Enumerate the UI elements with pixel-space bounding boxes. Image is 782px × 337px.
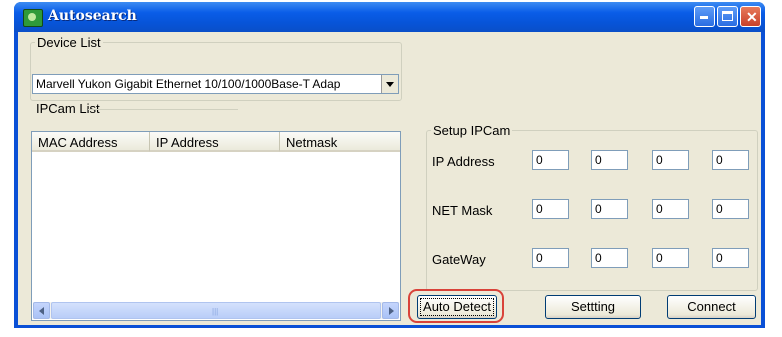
ip-address-label: IP Address — [432, 154, 495, 169]
setting-button[interactable]: Settting — [545, 295, 641, 319]
column-header-ip[interactable]: IP Address — [150, 132, 280, 152]
setup-ipcam-legend: Setup IPCam — [433, 123, 511, 138]
ip-octet-1[interactable]: 0 — [532, 150, 569, 170]
window-client-area: Device List Marvell Yukon Gigabit Ethern… — [18, 32, 761, 325]
scroll-left-button[interactable] — [33, 302, 50, 319]
ipcam-list[interactable]: MAC Address IP Address Netmask ||| — [31, 131, 401, 321]
chevron-down-icon[interactable] — [381, 75, 398, 93]
maximize-button[interactable] — [717, 6, 738, 27]
device-list-legend: Device List — [37, 35, 101, 50]
close-icon: ✕ — [746, 9, 758, 25]
connect-button[interactable]: Connect — [667, 295, 756, 319]
arrow-right-icon — [389, 307, 394, 315]
mask-octet-2[interactable]: 0 — [591, 199, 628, 219]
auto-detect-button[interactable]: Auto Detect — [417, 295, 497, 319]
scrollbar-thumb[interactable]: ||| — [51, 302, 381, 319]
maximize-icon — [722, 11, 733, 21]
grip-icon: ||| — [212, 307, 219, 316]
gateway-octet-3[interactable]: 0 — [652, 248, 689, 268]
title-bar[interactable]: Autosearch ✕ — [14, 2, 765, 32]
gateway-octet-4[interactable]: 0 — [712, 248, 749, 268]
minimize-icon — [700, 16, 708, 19]
minimize-button[interactable] — [694, 6, 715, 27]
app-icon — [23, 9, 43, 27]
mask-octet-3[interactable]: 0 — [652, 199, 689, 219]
close-button[interactable]: ✕ — [740, 6, 761, 27]
ip-octet-4[interactable]: 0 — [712, 150, 749, 170]
horizontal-scrollbar[interactable]: ||| — [33, 302, 399, 319]
mask-octet-1[interactable]: 0 — [532, 199, 569, 219]
window-title: Autosearch — [48, 8, 137, 24]
device-select[interactable]: Marvell Yukon Gigabit Ethernet 10/100/10… — [32, 74, 399, 94]
column-header-mac[interactable]: MAC Address — [32, 132, 150, 152]
scroll-right-button[interactable] — [382, 302, 399, 319]
arrow-left-icon — [39, 307, 44, 315]
gateway-label: GateWay — [432, 252, 486, 267]
mask-octet-4[interactable]: 0 — [712, 199, 749, 219]
gateway-octet-2[interactable]: 0 — [591, 248, 628, 268]
autosearch-window: Autosearch ✕ Device List Marvell Yukon G… — [14, 2, 765, 328]
ip-octet-3[interactable]: 0 — [652, 150, 689, 170]
column-header-netmask[interactable]: Netmask — [280, 132, 400, 152]
gateway-octet-1[interactable]: 0 — [532, 248, 569, 268]
net-mask-label: NET Mask — [432, 203, 493, 218]
device-select-value: Marvell Yukon Gigabit Ethernet 10/100/10… — [36, 77, 341, 91]
ip-octet-2[interactable]: 0 — [591, 150, 628, 170]
